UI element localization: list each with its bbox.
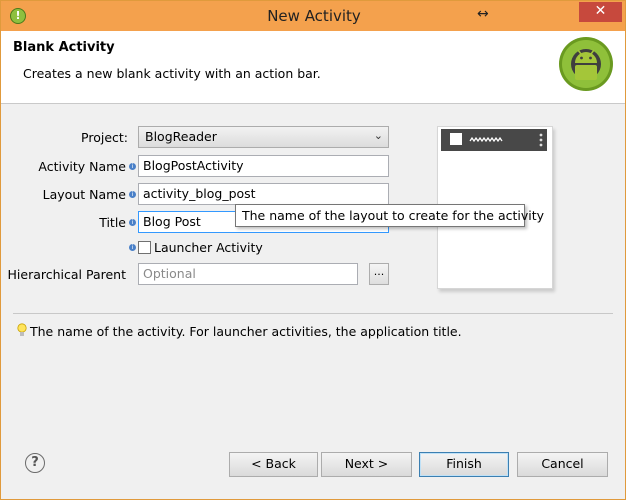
back-button[interactable]: < Back [229,452,318,477]
preview-app-icon [450,133,462,145]
wizard-page-title: Blank Activity [13,40,115,55]
launcher-activity-checkbox[interactable] [138,241,151,254]
project-label: Project: [81,130,128,145]
wizard-page-description: Creates a new blank activity with an act… [23,66,321,81]
launcher-activity-label[interactable]: Launcher Activity [154,240,263,255]
cancel-button[interactable]: Cancel [517,452,608,477]
info-icon: i [129,163,136,170]
wizard-header: Blank Activity Creates a new blank activ… [1,31,625,104]
next-button[interactable]: Next > [321,452,412,477]
window-close-button[interactable]: ✕ [579,2,622,22]
window-title: New Activity [267,7,361,25]
help-button[interactable]: ? [25,453,45,473]
layout-name-tooltip: The name of the layout to create for the… [235,204,544,227]
project-select[interactable]: BlogReader ⌄ [138,126,389,148]
title-bar[interactable]: ! New Activity ↔ ✕ [1,1,625,31]
layout-name-field[interactable]: activity_blog_post [138,183,389,205]
title-label: Title [99,215,126,230]
overflow-menu-icon [539,133,543,147]
layout-name-label: Layout Name [42,187,126,202]
hierarchical-parent-field[interactable]: Optional [138,263,358,285]
preview-action-bar [441,129,547,151]
preview-title-squiggle-icon [469,136,503,143]
lightbulb-icon [17,323,27,336]
browse-parent-button[interactable]: ... [369,263,389,285]
project-select-value: BlogReader [145,129,217,144]
info-icon: i [129,244,136,251]
android-logo-icon [559,37,613,91]
resize-icon: ↔ [477,6,489,22]
new-activity-dialog: ! New Activity ↔ ✕ Blank Activity Create… [0,0,626,500]
info-icon: i [129,219,136,226]
divider [13,313,613,314]
activity-name-label: Activity Name [38,159,126,174]
chevron-down-icon: ⌄ [373,129,383,142]
field-help-text: The name of the activity. For launcher a… [30,324,462,339]
hierarchical-parent-label: Hierarchical Parent [7,267,127,282]
finish-button[interactable]: Finish [419,452,509,477]
activity-name-field[interactable]: BlogPostActivity [138,155,389,177]
info-icon: i [129,191,136,198]
